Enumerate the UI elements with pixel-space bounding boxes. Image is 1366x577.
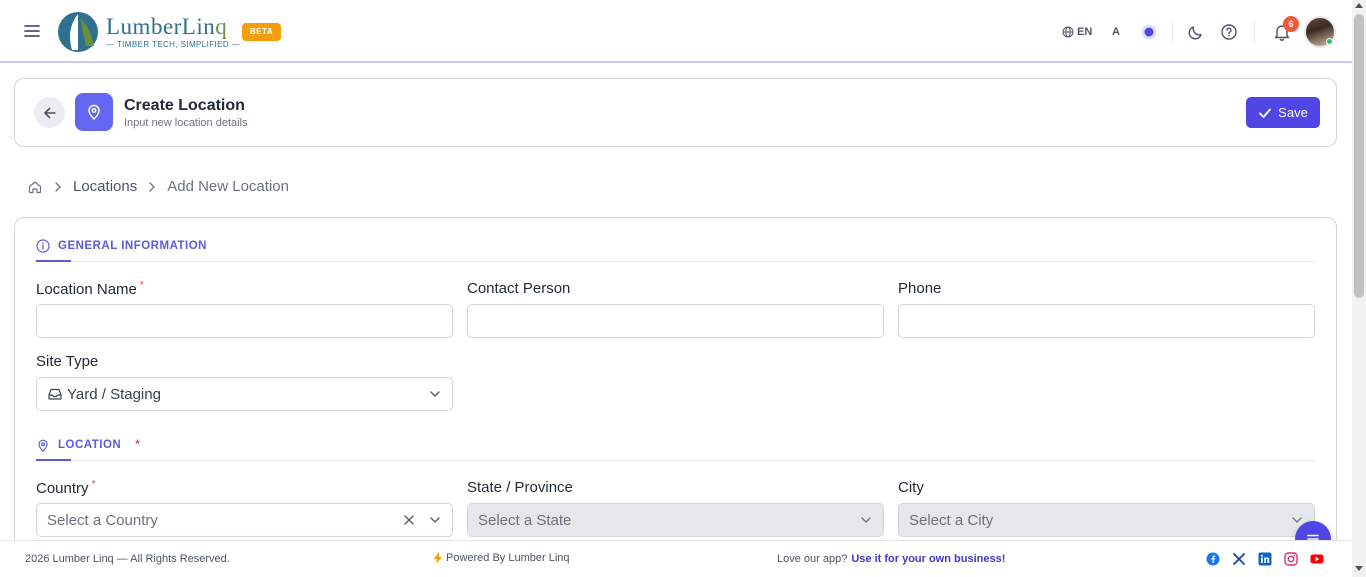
notification-count-badge: 6 (1283, 16, 1299, 32)
location-section-header: LOCATION * (36, 438, 140, 452)
footer-promo: Love our app? Use it for your own busines… (777, 553, 1005, 565)
location-section-title: LOCATION (58, 439, 122, 451)
youtube-icon[interactable] (1309, 551, 1325, 567)
site-type-value: Yard / Staging (67, 385, 161, 403)
page-title: Create Location (124, 97, 245, 114)
online-status-dot (1326, 38, 1333, 45)
chevron-down-icon (861, 517, 871, 523)
save-button-label: Save (1278, 105, 1308, 120)
section-divider-accent (36, 459, 71, 461)
home-icon[interactable] (27, 179, 43, 195)
vertical-scrollbar[interactable] (1352, 0, 1366, 577)
topbar-divider (1172, 22, 1173, 42)
breadcrumb: Locations Add New Location (27, 178, 289, 195)
required-marker: * (91, 479, 96, 490)
color-dot-icon (1141, 24, 1157, 40)
check-icon (1259, 108, 1272, 118)
scroll-up-arrow-icon[interactable] (1355, 3, 1363, 8)
font-size-toggle[interactable]: A (1112, 20, 1120, 44)
footer-powered-text: Powered By Lumber Linq (446, 552, 570, 564)
country-placeholder: Select a Country (47, 511, 158, 529)
footer-copyright: 2026 Lumber Linq — All Rights Reserved. (25, 553, 230, 565)
chevron-down-icon (430, 517, 440, 523)
chevron-right-icon (149, 181, 156, 192)
city-placeholder: Select a City (909, 511, 994, 529)
contact-person-label: Contact Person (467, 280, 571, 297)
language-label: EN (1077, 26, 1093, 38)
lumberlinq-logo[interactable]: LumberLinq — TIMBER TECH, SIMPLIFIED — (56, 10, 240, 54)
country-select[interactable]: Select a Country (36, 503, 453, 537)
location-page-icon (75, 93, 113, 131)
chevron-down-icon (430, 391, 440, 397)
city-select[interactable]: Select a City (898, 503, 1315, 537)
contact-person-input[interactable] (467, 304, 884, 338)
logo-tagline: — TIMBER TECH, SIMPLIFIED — (106, 40, 241, 49)
topbar-divider (1254, 22, 1255, 42)
save-button[interactable]: Save (1246, 97, 1320, 128)
section-divider (36, 260, 1316, 262)
language-switcher[interactable]: EN (1062, 20, 1092, 44)
city-label: City (898, 479, 924, 496)
state-select[interactable]: Select a State (467, 503, 884, 537)
page-footer: 2026 Lumber Linq — All Rights Reserved. … (0, 540, 1352, 577)
location-name-label-text: Location Name (36, 281, 137, 298)
map-pin-icon (88, 104, 100, 121)
x-twitter-icon[interactable] (1231, 551, 1247, 567)
map-pin-icon (38, 439, 48, 452)
location-name-input[interactable] (36, 304, 453, 338)
footer-business-link[interactable]: Use it for your own business! (851, 553, 1005, 565)
linkedin-icon[interactable] (1257, 551, 1273, 567)
scrollbar-thumb[interactable] (1354, 14, 1364, 298)
hamburger-menu-icon[interactable] (22, 21, 42, 41)
theme-color-toggle[interactable] (1140, 20, 1158, 44)
phone-label: Phone (898, 280, 942, 297)
logo-wordmark: LumberLin (106, 14, 216, 39)
facebook-icon[interactable] (1205, 551, 1221, 567)
footer-love-text: Love our app? (777, 553, 848, 565)
phone-input[interactable] (898, 304, 1315, 338)
beta-badge: BETA (242, 23, 281, 41)
site-type-select[interactable]: Yard / Staging (36, 377, 453, 411)
site-type-label: Site Type (36, 353, 99, 370)
scroll-down-arrow-icon[interactable] (1355, 566, 1363, 571)
instagram-icon[interactable] (1283, 551, 1299, 567)
social-links (1205, 551, 1325, 567)
globe-icon (1062, 26, 1074, 38)
moon-icon (1188, 26, 1202, 40)
arrow-left-icon (43, 107, 56, 118)
location-name-label: Location Name * (36, 280, 144, 298)
section-divider-accent (36, 260, 71, 262)
dark-mode-toggle[interactable] (1187, 20, 1205, 44)
breadcrumb-locations-link[interactable]: Locations (73, 178, 137, 195)
info-icon (36, 239, 50, 253)
clear-x-icon[interactable] (402, 513, 416, 527)
logo-wordmark-q: q (215, 14, 228, 39)
breadcrumb-current: Add New Location (167, 178, 289, 195)
lightning-bolt-icon (434, 552, 442, 564)
page-header-card: Create Location Input new location detai… (14, 78, 1337, 147)
page-subtitle: Input new location details (124, 117, 248, 129)
state-placeholder: Select a State (478, 511, 572, 529)
logo-mark-icon (58, 12, 98, 52)
location-form-card: GENERAL INFORMATION Location Name * Conta… (14, 217, 1337, 557)
chevron-right-icon (55, 181, 61, 192)
country-label: Country * (36, 479, 95, 497)
state-province-label: State / Province (467, 479, 573, 496)
help-circle-icon (1221, 24, 1237, 40)
back-button[interactable] (34, 97, 65, 128)
inbox-icon (48, 388, 62, 400)
help-button[interactable] (1220, 20, 1238, 44)
general-information-section-header: GENERAL INFORMATION (36, 239, 207, 253)
required-marker: * (135, 439, 141, 451)
country-label-text: Country (36, 480, 89, 497)
footer-powered-by: Powered By Lumber Linq (434, 552, 570, 564)
required-marker: * (139, 280, 144, 291)
general-information-title: GENERAL INFORMATION (58, 240, 207, 252)
top-navigation-bar: LumberLinq — TIMBER TECH, SIMPLIFIED — B… (0, 0, 1352, 63)
section-divider (36, 459, 1316, 461)
